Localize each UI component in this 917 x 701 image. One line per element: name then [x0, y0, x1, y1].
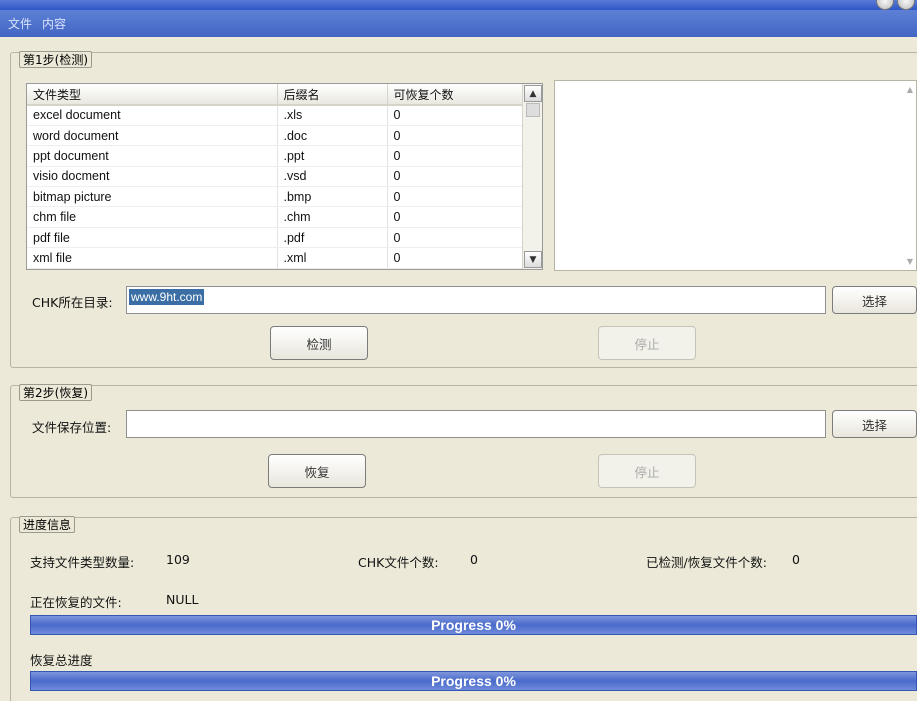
total-progress-bar: Progress 0%: [30, 671, 917, 691]
close-icon[interactable]: [897, 0, 915, 10]
save-location-input[interactable]: [126, 410, 826, 438]
current-file-value: NULL: [166, 592, 199, 607]
step2-group: 第2步(恢复): [10, 384, 917, 498]
cell-count: 0: [387, 166, 524, 188]
scroll-thumb[interactable]: [526, 103, 540, 117]
cell-ext: .bmp: [277, 186, 388, 208]
save-location-label: 文件保存位置:: [32, 420, 112, 435]
done-count-label: 已检测/恢复文件个数:: [646, 555, 767, 570]
menu-file[interactable]: 文件: [8, 15, 32, 32]
file-type-list[interactable]: 文件类型 后缀名 可恢复个数 excel document .xls 0 word …: [26, 83, 543, 270]
cell-ext: .xls: [277, 105, 388, 126]
cell-type: bitmap picture: [27, 186, 278, 208]
cell-type: visio docment: [27, 166, 278, 188]
cell-ext: .ppt: [277, 145, 388, 167]
detection-log-pane[interactable]: ▲ ▼: [554, 80, 917, 271]
menu-bar: 文件 内容: [0, 10, 917, 37]
step1-title: 第1步(检测): [19, 51, 92, 68]
total-progress-text: Progress 0%: [431, 673, 516, 689]
chk-dir-label: CHK所在目录:: [32, 295, 113, 310]
table-row[interactable]: chm file .chm 0: [27, 206, 524, 228]
column-header-type[interactable]: 文件类型: [27, 84, 278, 106]
save-location-browse-button[interactable]: 选择: [832, 410, 917, 438]
recover-button[interactable]: 恢复: [268, 454, 366, 488]
column-header-ext[interactable]: 后缀名: [277, 84, 388, 106]
chk-dir-input[interactable]: www.9ht.com: [126, 286, 826, 314]
table-row[interactable]: word document .doc 0: [27, 125, 524, 147]
title-bar: [0, 0, 917, 10]
log-scroll-down-icon[interactable]: ▼: [907, 257, 913, 266]
total-progress-label: 恢复总进度: [30, 653, 93, 668]
cell-count: 0: [387, 145, 524, 167]
scroll-up-icon[interactable]: ▲: [524, 85, 542, 102]
chk-dir-browse-button[interactable]: 选择: [832, 286, 917, 314]
file-progress-bar: Progress 0%: [30, 615, 917, 635]
detect-stop-button[interactable]: 停止: [598, 326, 696, 360]
scroll-down-icon[interactable]: ▼: [524, 251, 542, 268]
recover-stop-button[interactable]: 停止: [598, 454, 696, 488]
cell-type: chm file: [27, 206, 278, 228]
chk-count-label: CHK文件个数:: [358, 555, 439, 570]
cell-type: word document: [27, 125, 278, 147]
done-count-value: 0: [792, 552, 800, 567]
table-row[interactable]: pdf file .pdf 0: [27, 227, 524, 249]
table-row[interactable]: ppt document .ppt 0: [27, 145, 524, 167]
progress-title: 进度信息: [19, 516, 76, 533]
current-file-label: 正在恢复的文件:: [30, 595, 122, 610]
cell-count: 0: [387, 105, 524, 126]
detect-button[interactable]: 检测: [270, 326, 368, 360]
cell-count: 0: [387, 206, 524, 228]
list-scrollbar[interactable]: ▲ ▼: [522, 84, 542, 269]
cell-type: ppt document: [27, 145, 278, 167]
table-row[interactable]: bitmap picture .bmp 0: [27, 186, 524, 208]
cell-ext: .vsd: [277, 166, 388, 188]
table-row[interactable]: visio docment .vsd 0: [27, 166, 524, 188]
cell-type: pdf file: [27, 227, 278, 249]
cell-count: 0: [387, 186, 524, 208]
types-count-label: 支持文件类型数量:: [30, 555, 135, 570]
chk-dir-value: www.9ht.com: [129, 289, 205, 305]
step2-title: 第2步(恢复): [19, 384, 92, 401]
cell-ext: .chm: [277, 206, 388, 228]
cell-ext: .xml: [277, 247, 388, 269]
file-progress-text: Progress 0%: [431, 617, 516, 633]
cell-ext: .doc: [277, 125, 388, 147]
cell-count: 0: [387, 125, 524, 147]
cell-ext: .pdf: [277, 227, 388, 249]
menu-content[interactable]: 内容: [42, 15, 66, 32]
types-count-value: 109: [166, 552, 190, 567]
log-scroll-up-icon[interactable]: ▲: [907, 85, 913, 94]
chk-count-value: 0: [470, 552, 478, 567]
table-row[interactable]: excel document .xls 0: [27, 105, 524, 126]
minimize-icon[interactable]: [876, 0, 894, 10]
cell-type: excel document: [27, 105, 278, 126]
column-header-count[interactable]: 可恢复个数: [387, 84, 524, 106]
table-row[interactable]: xml file .xml 0: [27, 247, 524, 269]
cell-count: 0: [387, 227, 524, 249]
cell-count: 0: [387, 247, 524, 269]
cell-type: xml file: [27, 247, 278, 269]
